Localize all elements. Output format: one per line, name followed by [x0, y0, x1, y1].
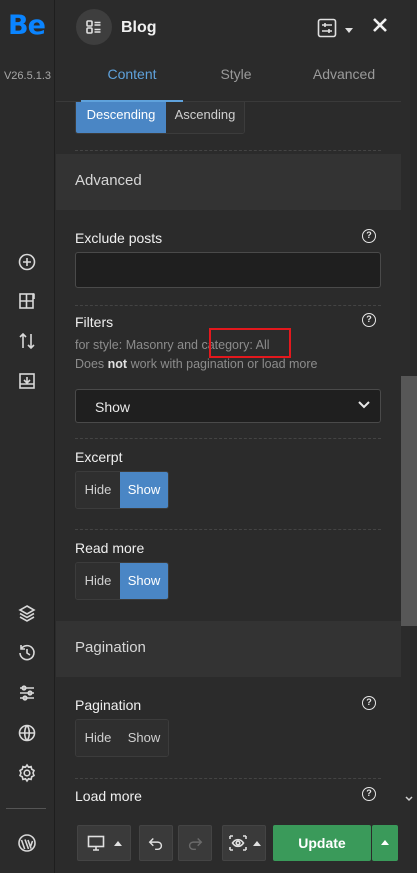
order-descending-button[interactable]: Descending	[76, 102, 166, 133]
scrollbar-thumb[interactable]	[401, 376, 417, 626]
panel-header: Blog	[56, 0, 417, 56]
help-icon[interactable]: ?	[362, 229, 376, 243]
divider	[75, 438, 381, 439]
settings-panel: Blog Content Style Advanced Descending A…	[56, 0, 401, 873]
tab-content[interactable]: Content	[81, 56, 183, 102]
settings-sliders-icon[interactable]	[14, 680, 40, 706]
app-logo[interactable]: Be	[8, 10, 46, 41]
pagination-show-button[interactable]: Show	[120, 720, 168, 756]
filters-select[interactable]: Show	[75, 389, 381, 423]
divider	[75, 150, 381, 151]
update-options-button[interactable]	[372, 825, 398, 861]
preview-button[interactable]	[222, 825, 266, 861]
chevron-down-icon	[358, 401, 370, 409]
import-icon[interactable]	[14, 368, 40, 394]
add-icon[interactable]	[14, 249, 40, 275]
tab-bar: Content Style Advanced	[56, 56, 401, 102]
desktop-icon	[87, 835, 105, 851]
left-rail: Be V26.5.1.3	[0, 0, 55, 873]
read-more-label: Read more	[75, 540, 145, 556]
redo-icon	[188, 837, 203, 851]
undo-icon	[148, 837, 163, 851]
tab-advanced[interactable]: Advanced	[301, 56, 387, 102]
section-advanced-header[interactable]: Advanced	[56, 154, 401, 210]
excerpt-hide-button[interactable]: Hide	[76, 472, 120, 508]
divider	[75, 778, 381, 779]
load-more-label: Load more	[75, 788, 142, 804]
help-icon[interactable]: ?	[362, 696, 376, 710]
exclude-posts-input[interactable]	[75, 252, 381, 288]
order-toggle: Descending Ascending	[75, 102, 245, 134]
caret-up-icon	[381, 840, 389, 845]
sliders-icon[interactable]	[316, 17, 338, 39]
pagination-hide-button[interactable]: Hide	[76, 720, 120, 756]
sort-icon[interactable]	[14, 328, 40, 354]
eye-icon	[228, 835, 247, 851]
section-pagination-header[interactable]: Pagination	[56, 621, 401, 677]
excerpt-show-button[interactable]: Show	[120, 472, 168, 508]
help-icon[interactable]: ?	[362, 313, 376, 327]
section-title: Advanced	[75, 172, 142, 189]
tab-style[interactable]: Style	[196, 56, 276, 102]
section-title: Pagination	[75, 639, 146, 656]
scroll-down-icon[interactable]	[405, 796, 413, 802]
order-ascending-button[interactable]: Ascending	[166, 102, 244, 133]
redo-button[interactable]	[178, 825, 212, 861]
excerpt-toggle: Hide Show	[75, 471, 169, 509]
close-icon[interactable]	[370, 15, 392, 37]
read-more-hide-button[interactable]: Hide	[76, 563, 120, 599]
globe-icon[interactable]	[14, 720, 40, 746]
panel-content: Descending Ascending Advanced Exclude po…	[56, 102, 401, 813]
gear-icon[interactable]	[14, 760, 40, 786]
chevron-down-icon[interactable]	[344, 22, 354, 33]
panel-title: Blog	[121, 19, 157, 36]
scrollbar[interactable]	[401, 102, 417, 813]
update-button[interactable]: Update	[273, 825, 371, 861]
exclude-posts-label: Exclude posts	[75, 230, 163, 246]
undo-button[interactable]	[139, 825, 173, 861]
caret-up-icon	[252, 840, 261, 846]
pagination-toggle: Hide Show	[75, 719, 169, 757]
excerpt-label: Excerpt	[75, 449, 123, 465]
read-more-toggle: Hide Show	[75, 562, 169, 600]
footer-toolbar: Update	[56, 813, 417, 873]
filters-select-value: Show	[95, 399, 131, 415]
rail-divider	[6, 808, 46, 809]
caret-up-icon	[114, 840, 122, 846]
help-icon[interactable]: ?	[362, 787, 376, 801]
wordpress-icon[interactable]	[14, 830, 40, 856]
highlight-box	[209, 328, 291, 358]
layout-add-icon[interactable]	[14, 288, 40, 314]
pagination-label: Pagination	[75, 697, 142, 713]
read-more-show-button[interactable]: Show	[120, 563, 168, 599]
history-icon[interactable]	[14, 640, 40, 666]
blog-widget-icon	[76, 9, 112, 45]
version-label: V26.5.1.3	[3, 70, 52, 82]
filters-label: Filters	[75, 314, 114, 330]
filters-note-pagination: Does not work with pagination or load mo…	[75, 357, 318, 371]
divider	[75, 305, 381, 306]
divider	[75, 529, 381, 530]
responsive-view-button[interactable]	[77, 825, 131, 861]
layers-icon[interactable]	[14, 600, 40, 626]
